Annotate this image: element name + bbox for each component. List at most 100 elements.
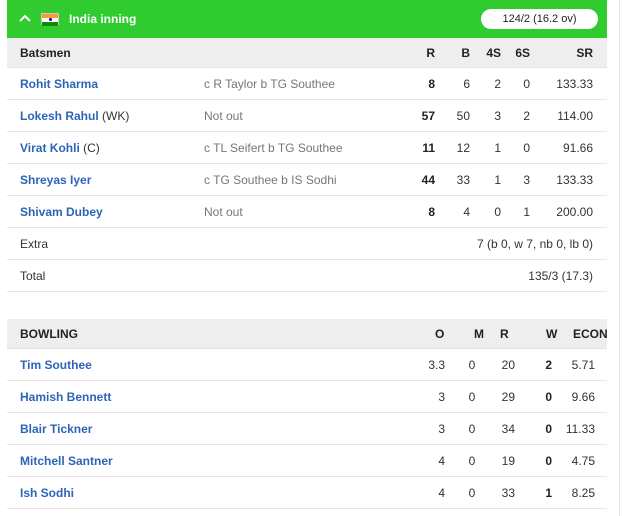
col-maidens: M bbox=[474, 327, 484, 341]
col-runs: R bbox=[426, 46, 435, 60]
scorecard: India inning 124/2 (16.2 ov) Batsmen R B… bbox=[7, 0, 608, 509]
col-strike-rate: SR bbox=[576, 46, 593, 60]
runs-conceded: 34 bbox=[501, 422, 515, 436]
batsman-name[interactable]: Shreyas Iyer bbox=[20, 164, 91, 196]
col-sixes: 6S bbox=[515, 46, 530, 60]
bowler-row: Tim Southee 3.3 0 20 2 5.71 bbox=[7, 349, 607, 381]
overs: 3 bbox=[438, 422, 445, 436]
dismissal: Not out bbox=[204, 205, 243, 219]
runs: 11 bbox=[422, 141, 435, 155]
chevron-up-icon[interactable] bbox=[17, 10, 33, 26]
bowling-header-row: BOWLING O M R W ECON bbox=[7, 319, 608, 349]
batsman-row: Shreyas Iyer c TG Southee b IS Sodhi 44 … bbox=[7, 164, 607, 196]
sixes: 0 bbox=[523, 141, 530, 155]
innings-title: India inning bbox=[69, 12, 137, 26]
balls: 6 bbox=[463, 77, 470, 91]
sixes: 1 bbox=[523, 205, 530, 219]
economy: 11.33 bbox=[565, 422, 595, 436]
bowler-name[interactable]: Hamish Bennett bbox=[20, 381, 111, 413]
col-batsmen: Batsmen bbox=[20, 46, 71, 60]
balls: 12 bbox=[456, 141, 470, 155]
economy: 9.66 bbox=[571, 390, 595, 404]
maidens: 0 bbox=[468, 390, 476, 404]
runs-conceded: 20 bbox=[501, 358, 515, 372]
bowler-row: Ish Sodhi 4 0 33 1 8.25 bbox=[7, 477, 607, 509]
strike-rate: 200.00 bbox=[556, 205, 593, 219]
bowler-name[interactable]: Ish Sodhi bbox=[20, 477, 74, 509]
bowler-row: Mitchell Santner 4 0 19 0 4.75 bbox=[7, 445, 607, 477]
sixes: 3 bbox=[523, 173, 530, 187]
balls: 4 bbox=[463, 205, 470, 219]
wickets: 2 bbox=[545, 358, 552, 372]
strike-rate: 114.00 bbox=[557, 109, 593, 123]
wickets: 0 bbox=[545, 454, 552, 468]
bowler-name[interactable]: Tim Southee bbox=[20, 349, 92, 381]
sixes: 2 bbox=[523, 109, 530, 123]
runs: 8 bbox=[428, 205, 435, 219]
overs: 3 bbox=[438, 390, 445, 404]
col-overs: O bbox=[435, 327, 445, 341]
bowler-name[interactable]: Mitchell Santner bbox=[20, 445, 113, 477]
col-economy: ECON bbox=[573, 327, 608, 341]
fours: 2 bbox=[494, 77, 501, 91]
dismissal: c R Taylor b TG Southee bbox=[204, 77, 335, 91]
fours: 1 bbox=[494, 173, 501, 187]
batsman-row: Virat Kohli (C) c TL Seifert b TG Southe… bbox=[7, 132, 607, 164]
page-divider bbox=[619, 0, 620, 516]
strike-rate: 133.33 bbox=[556, 77, 593, 91]
maidens: 0 bbox=[468, 358, 476, 372]
dismissal: Not out bbox=[204, 109, 243, 123]
overs: 3.3 bbox=[428, 358, 445, 372]
batsman-row: Lokesh Rahul (WK) Not out 57 50 3 2 114.… bbox=[7, 100, 607, 132]
maidens: 0 bbox=[468, 486, 476, 500]
fours: 3 bbox=[494, 109, 501, 123]
batting-header-row: Batsmen R B 4S 6S SR bbox=[7, 38, 607, 68]
wickets: 0 bbox=[545, 390, 552, 404]
wickets: 0 bbox=[545, 422, 552, 436]
col-wickets: W bbox=[546, 327, 558, 341]
batsman-name[interactable]: Lokesh Rahul (WK) bbox=[20, 100, 129, 132]
runs-conceded: 29 bbox=[501, 390, 515, 404]
economy: 4.75 bbox=[571, 454, 595, 468]
strike-rate: 91.66 bbox=[562, 141, 593, 155]
col-fours: 4S bbox=[486, 46, 501, 60]
runs: 8 bbox=[428, 77, 435, 91]
batsman-name[interactable]: Shivam Dubey bbox=[20, 196, 103, 228]
fours: 1 bbox=[494, 141, 501, 155]
dismissal: c TL Seifert b TG Southee bbox=[204, 141, 343, 155]
runs-conceded: 19 bbox=[501, 454, 515, 468]
bowler-row: Hamish Bennett 3 0 29 0 9.66 bbox=[7, 381, 607, 413]
innings-header[interactable]: India inning 124/2 (16.2 ov) bbox=[7, 0, 607, 38]
extras-row: Extra 7 (b 0, w 7, nb 0, lb 0) bbox=[7, 228, 607, 260]
economy: 8.25 bbox=[571, 486, 595, 500]
total-row: Total 135/3 (17.3) bbox=[7, 260, 607, 292]
col-balls: B bbox=[461, 46, 470, 60]
bowler-row: Blair Tickner 3 0 34 0 11.33 bbox=[7, 413, 607, 445]
col-runs-conceded: R bbox=[500, 327, 509, 341]
economy: 5.71 bbox=[571, 358, 595, 372]
wickets: 1 bbox=[545, 486, 552, 500]
innings-score-badge: 124/2 (16.2 ov) bbox=[481, 9, 598, 29]
runs: 57 bbox=[421, 109, 435, 123]
total-value: 135/3 (17.3) bbox=[528, 269, 593, 283]
overs: 4 bbox=[438, 454, 445, 468]
bowler-name[interactable]: Blair Tickner bbox=[20, 413, 92, 445]
overs: 4 bbox=[438, 486, 445, 500]
col-bowler: BOWLING bbox=[20, 327, 78, 341]
fours: 0 bbox=[494, 205, 501, 219]
india-flag-icon bbox=[41, 13, 59, 26]
balls: 33 bbox=[456, 173, 470, 187]
sixes: 0 bbox=[523, 77, 530, 91]
dismissal: c TG Southee b IS Sodhi bbox=[204, 173, 337, 187]
runs: 44 bbox=[421, 173, 435, 187]
extras-label: Extra bbox=[20, 237, 49, 251]
total-label: Total bbox=[20, 269, 46, 283]
batsman-name[interactable]: Rohit Sharma bbox=[20, 68, 98, 100]
maidens: 0 bbox=[468, 454, 476, 468]
balls: 50 bbox=[456, 109, 470, 123]
batsman-name[interactable]: Virat Kohli (C) bbox=[20, 132, 100, 164]
runs-conceded: 33 bbox=[501, 486, 515, 500]
strike-rate: 133.33 bbox=[556, 173, 593, 187]
extras-value: 7 (b 0, w 7, nb 0, lb 0) bbox=[476, 237, 593, 251]
